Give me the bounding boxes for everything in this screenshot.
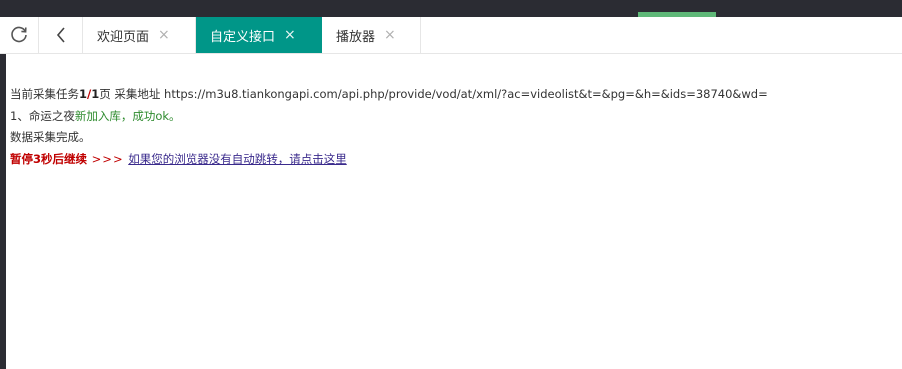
tab-welcome[interactable]: 欢迎页面 × (83, 17, 196, 53)
done-text: 数据采集完成。 (10, 130, 91, 144)
task-prefix: 当前采集任务 (10, 87, 79, 101)
collection-url: https://m3u8.tiankongapi.com/api.php/pro… (164, 87, 768, 101)
left-sidebar-edge (0, 17, 6, 369)
tab-custom-interface[interactable]: 自定义接口 × (196, 17, 322, 53)
tab-label: 自定义接口 (210, 29, 276, 45)
task-page: 页 (99, 87, 111, 101)
refresh-icon (9, 25, 29, 45)
tab-label: 播放器 (336, 29, 376, 45)
pause-line: 暂停3秒后继续 >>> 如果您的浏览器没有自动跳转，请点击这里 (10, 149, 890, 171)
close-icon[interactable]: × (384, 28, 396, 42)
item-status: 新加入库，成功ok。 (74, 108, 181, 123)
refresh-button[interactable] (0, 17, 39, 53)
top-header-bar (0, 0, 902, 17)
redirect-link[interactable]: 如果您的浏览器没有自动跳转，请点击这里 (128, 152, 347, 166)
tab-bar: 欢迎页面 × 自定义接口 × 播放器 × (0, 17, 902, 54)
done-line: 数据采集完成。 (10, 127, 890, 149)
task-line: 当前采集任务1/1页 采集地址 https://m3u8.tiankongapi… (10, 84, 890, 106)
chevron-left-icon (54, 26, 68, 44)
collection-log: 当前采集任务1/1页 采集地址 https://m3u8.tiankongapi… (10, 84, 890, 170)
tab-player[interactable]: 播放器 × (322, 17, 421, 53)
close-icon[interactable]: × (158, 28, 170, 42)
item-line: 1、命运之夜新加入库，成功ok。 (10, 106, 890, 128)
url-label: 采集地址 (110, 87, 165, 101)
back-button[interactable] (39, 17, 83, 53)
close-icon[interactable]: × (284, 28, 296, 42)
item-title: 1、命运之夜 (10, 108, 75, 123)
pause-text: 暂停3秒后继续 (10, 151, 88, 166)
task-current: 1 (79, 87, 88, 101)
arrows: >>> (87, 151, 129, 166)
tab-label: 欢迎页面 (97, 29, 150, 45)
